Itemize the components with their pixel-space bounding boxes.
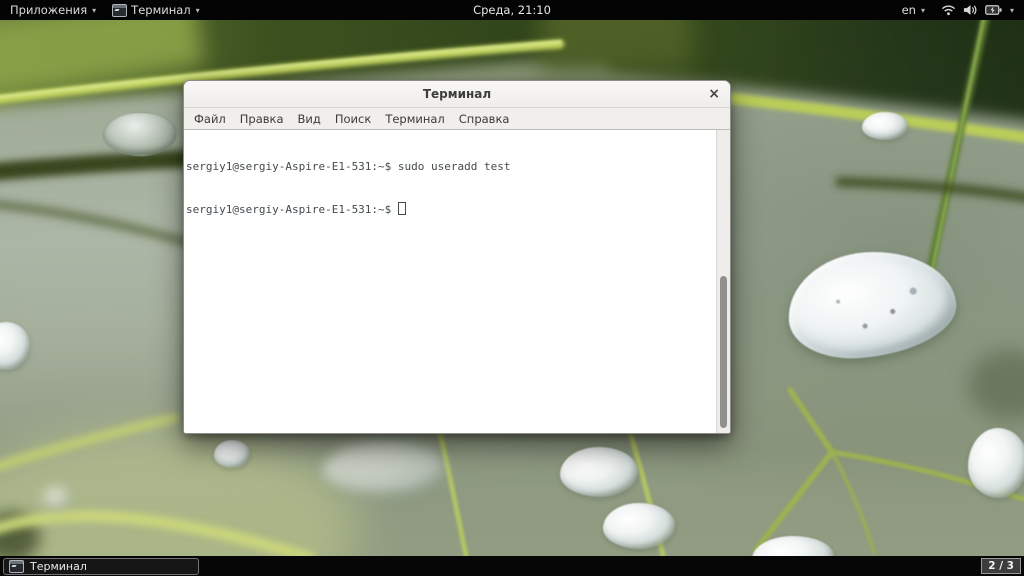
terminal-content[interactable]: sergiy1@sergiy-Aspire-E1-531:~$ sudo use… [184, 130, 730, 433]
volume-icon [963, 4, 978, 16]
top-bar: Приложения ▾ Терминал ▾ Среда, 21:10 en … [0, 0, 1024, 20]
chevron-down-icon: ▾ [1010, 6, 1014, 15]
terminal-icon [112, 4, 127, 17]
terminal-icon [9, 560, 24, 573]
menu-view[interactable]: Вид [291, 112, 328, 126]
prompt-text: sergiy1@sergiy-Aspire-E1-531:~$ [186, 203, 391, 216]
menu-file[interactable]: Файл [187, 112, 233, 126]
terminal-window: Терминал × Файл Правка Вид Поиск Термина… [183, 80, 731, 434]
water-droplet [214, 440, 250, 468]
applications-menu-label: Приложения [10, 3, 87, 17]
keyboard-layout-indicator[interactable]: en ▾ [898, 0, 929, 20]
window-menubar: Файл Правка Вид Поиск Терминал Справка [184, 108, 730, 130]
window-title: Терминал [423, 87, 491, 101]
terminal-line: sergiy1@sergiy-Aspire-E1-531:~$ sudo use… [186, 160, 714, 174]
terminal-line: sergiy1@sergiy-Aspire-E1-531:~$ [186, 202, 714, 217]
window-titlebar[interactable]: Терминал × [184, 81, 730, 108]
close-icon[interactable]: × [708, 87, 720, 101]
clock-label: Среда, 21:10 [473, 3, 551, 17]
chevron-down-icon: ▾ [92, 6, 96, 15]
battery-charging-icon [985, 4, 1002, 16]
workspace-indicator[interactable]: 2 / 3 [981, 558, 1021, 574]
command-text [391, 203, 398, 216]
chevron-down-icon: ▾ [921, 6, 925, 15]
applications-menu[interactable]: Приложения ▾ [6, 0, 100, 20]
water-droplet [103, 112, 177, 156]
focused-app-menu[interactable]: Терминал ▾ [108, 0, 203, 20]
scrollbar-thumb[interactable] [720, 276, 727, 428]
prompt-text: sergiy1@sergiy-Aspire-E1-531:~$ [186, 160, 391, 173]
water-droplet [322, 441, 447, 496]
chevron-down-icon: ▾ [196, 6, 200, 15]
desktop: Приложения ▾ Терминал ▾ Среда, 21:10 en … [0, 0, 1024, 576]
water-droplet [603, 503, 675, 549]
keyboard-layout-label: en [902, 3, 916, 17]
taskbar-terminal-button[interactable]: Терминал [3, 558, 199, 575]
menu-search[interactable]: Поиск [328, 112, 378, 126]
focused-app-label: Терминал [131, 3, 190, 17]
command-text: sudo useradd test [391, 160, 510, 173]
menu-edit[interactable]: Правка [233, 112, 291, 126]
water-droplet [560, 447, 638, 497]
system-status-menu[interactable]: ▾ [937, 0, 1018, 20]
menu-help[interactable]: Справка [452, 112, 517, 126]
menu-terminal[interactable]: Терминал [378, 112, 451, 126]
wifi-icon [941, 4, 956, 16]
water-droplet [862, 112, 908, 140]
clock[interactable]: Среда, 21:10 [473, 0, 551, 20]
terminal-cursor [398, 202, 406, 215]
water-droplet [968, 428, 1024, 498]
water-droplet [42, 486, 72, 510]
bottom-taskbar: Терминал 2 / 3 [0, 556, 1024, 576]
taskbar-button-label: Терминал [30, 560, 87, 573]
terminal-scrollbar[interactable] [716, 130, 730, 433]
